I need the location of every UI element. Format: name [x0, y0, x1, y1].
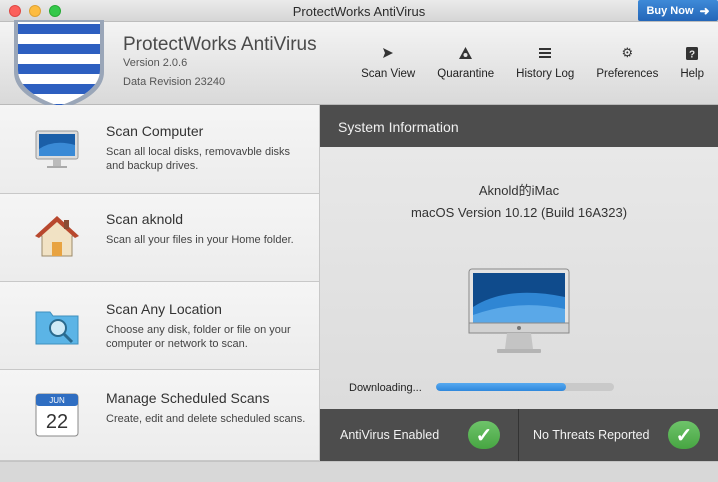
manage-scheduled-scans-description: Create, edit and delete scheduled scans.: [106, 413, 306, 425]
scan-options-panel: Scan Computer Scan all local disks, remo…: [0, 105, 320, 461]
calendar-icon: JUN 22: [35, 393, 79, 437]
system-information-header: System Information: [320, 105, 718, 147]
home-icon: [35, 216, 79, 257]
app-window: ProtectWorks AntiVirus Buy Now ➜ Protect…: [0, 0, 718, 482]
checkmark-icon: ✓: [468, 421, 500, 449]
question-icon: ?: [683, 44, 701, 62]
history-log-button[interactable]: History Log: [516, 44, 574, 80]
checkmark-icon: ✓: [668, 421, 700, 449]
scan-any-location-description: Choose any disk, folder or file on your …: [106, 324, 291, 350]
downloading-label: Downloading...: [349, 382, 422, 394]
os-version: macOS Version 10.12 (Build 16A323): [410, 205, 628, 220]
scan-home-option[interactable]: Scan aknold Scan all your files in your …: [0, 194, 320, 282]
play-arrow-icon: [379, 44, 397, 62]
imac-icon: [468, 268, 570, 353]
antivirus-status: AntiVirus Enabled ✓: [320, 409, 519, 461]
list-icon: [536, 44, 554, 62]
download-progress-bar: [436, 383, 614, 391]
quarantine-button[interactable]: Quarantine: [437, 44, 494, 80]
buy-now-label: Buy Now: [646, 4, 694, 17]
app-name: ProtectWorks AntiVirus: [123, 34, 317, 55]
quarantine-label: Quarantine: [437, 68, 495, 80]
buy-now-button[interactable]: Buy Now ➜: [638, 0, 718, 21]
manage-scheduled-scans-option[interactable]: JUN 22 Manage Scheduled Scans Create, ed…: [0, 370, 320, 461]
gear-icon: ⚙: [621, 45, 634, 60]
title-bar: ProtectWorks AntiVirus Buy Now ➜: [0, 0, 718, 22]
antivirus-enabled-text: AntiVirus Enabled: [340, 428, 440, 442]
preferences-label: Preferences: [596, 68, 659, 80]
app-header: ProtectWorks AntiVirus Version 2.0.6 Dat…: [0, 20, 718, 106]
scan-any-location-title: Scan Any Location: [106, 301, 222, 317]
scan-home-title: Scan aknold: [106, 211, 184, 227]
no-threats-text: No Threats Reported: [533, 428, 650, 442]
scan-computer-option[interactable]: Scan Computer Scan all local disks, remo…: [0, 105, 320, 194]
scan-view-button[interactable]: Scan View: [361, 44, 415, 80]
help-button[interactable]: ? Help: [680, 44, 704, 80]
scan-view-label: Scan View: [361, 68, 416, 80]
scan-computer-description: Scan all local disks, removavble disks a…: [106, 146, 291, 172]
host-name: Aknold的iMac: [478, 183, 560, 198]
system-information-body: Aknold的iMac macOS Version 10.12 (Build 1…: [320, 147, 718, 409]
arrow-right-icon: ➜: [699, 3, 710, 18]
download-progress-fill: [436, 383, 566, 391]
history-log-label: History Log: [516, 68, 575, 80]
imac-icon: [35, 130, 79, 168]
window-title: ProtectWorks AntiVirus: [292, 4, 426, 19]
threats-status: No Threats Reported ✓: [519, 409, 718, 461]
system-information-panel: System Information Aknold的iMac macOS Ver…: [320, 105, 718, 461]
scan-computer-title: Scan Computer: [106, 123, 204, 139]
calendar-day: 22: [46, 411, 68, 433]
window-bottom-bar: [0, 461, 718, 482]
toolbar: Scan View Quarantine History Log ⚙ Prefe…: [339, 44, 704, 80]
data-revision: Data Revision 23240: [123, 76, 226, 88]
calendar-month: JUN: [49, 396, 65, 405]
manage-scheduled-scans-title: Manage Scheduled Scans: [106, 390, 270, 406]
scan-home-description: Scan all your files in your Home folder.: [106, 234, 294, 246]
help-label: Help: [680, 68, 704, 80]
shield-logo-icon: [14, 20, 104, 106]
svg-text:?: ?: [689, 49, 695, 60]
biohazard-icon: [457, 44, 475, 62]
preferences-button[interactable]: ⚙ Preferences: [596, 44, 658, 80]
folder-search-icon: [35, 311, 79, 345]
scan-any-location-option[interactable]: Scan Any Location Choose any disk, folde…: [0, 282, 320, 370]
app-version: Version 2.0.6: [123, 57, 188, 69]
